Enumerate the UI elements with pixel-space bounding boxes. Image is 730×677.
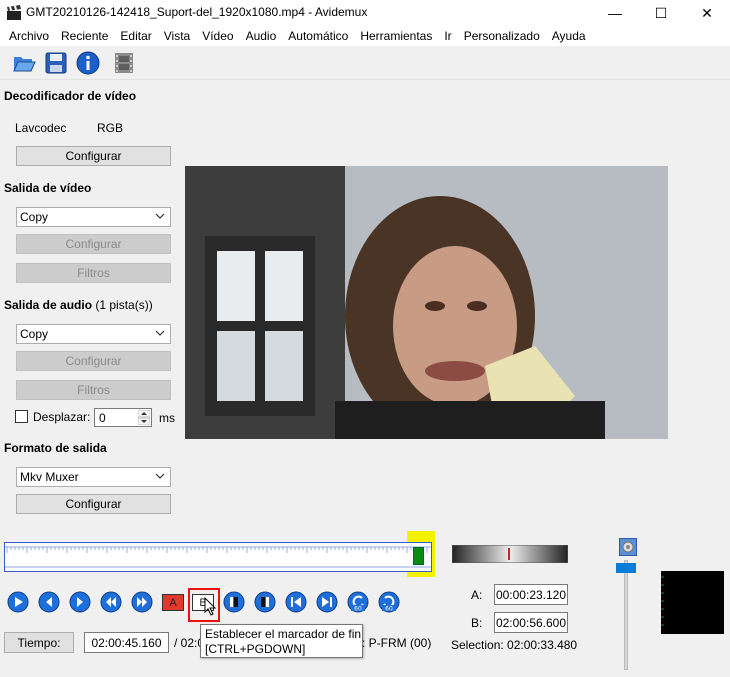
previous-frame-icon[interactable]: [38, 591, 60, 613]
video-decoder-title: Decodificador de vídeo: [4, 89, 137, 103]
timeline-ticks: [5, 546, 431, 568]
menu-editar[interactable]: Editar: [114, 26, 157, 46]
forward-60-icon[interactable]: 60: [378, 591, 400, 613]
toolbar: [0, 46, 730, 80]
shift-label: Desplazar:: [33, 410, 91, 424]
current-time-input[interactable]: 02:00:45.160: [84, 632, 169, 653]
svg-text:60: 60: [385, 606, 393, 613]
selection-duration: Selection: 02:00:33.480: [451, 638, 578, 652]
marker-a-time[interactable]: 00:00:23.120: [494, 584, 568, 605]
maximize-button[interactable]: ☐: [638, 0, 684, 26]
spin-arrows-icon[interactable]: [138, 410, 150, 425]
window-title: GMT20210126-142418_Suport-del_1920x1080.…: [26, 5, 368, 19]
audio-codec-value: Copy: [20, 327, 49, 341]
first-frame-icon[interactable]: [285, 591, 307, 613]
chevron-down-icon: [155, 473, 165, 479]
menu-reciente[interactable]: Reciente: [55, 26, 114, 46]
volume-slider[interactable]: [624, 560, 628, 670]
jog-shuttle[interactable]: [452, 545, 568, 563]
audio-configure-button[interactable]: Configurar: [16, 351, 171, 371]
mouse-pointer-icon: [204, 597, 217, 616]
close-button[interactable]: ✕: [684, 0, 730, 26]
film-strip-icon[interactable]: [112, 51, 136, 75]
audio-track-count: (1 pista(s)): [95, 298, 153, 312]
avidemux-clapper-icon: [7, 5, 21, 20]
info-icon[interactable]: [76, 51, 100, 75]
shift-unit: ms: [159, 411, 175, 425]
video-preview: [185, 166, 668, 439]
output-format-title: Formato de salida: [4, 441, 107, 455]
set-marker-a-button[interactable]: A: [162, 594, 184, 611]
video-filters-button[interactable]: Filtros: [16, 263, 171, 283]
volume-slider-handle[interactable]: [616, 563, 636, 573]
audio-filters-button[interactable]: Filtros: [16, 380, 171, 400]
video-codec-select[interactable]: Copy: [16, 207, 171, 227]
menu-personalizado[interactable]: Personalizado: [458, 26, 546, 46]
next-frame-icon[interactable]: [69, 591, 91, 613]
menu-herramientas[interactable]: Herramientas: [354, 26, 438, 46]
video-frame-image: [185, 166, 668, 439]
next-keyframe-icon[interactable]: [131, 591, 153, 613]
audio-level-meter: [661, 571, 724, 634]
menu-archivo[interactable]: Archivo: [3, 26, 55, 46]
play-icon[interactable]: [7, 591, 29, 613]
timeline-cursor[interactable]: [412, 547, 424, 565]
menu-automatico[interactable]: Automático: [282, 26, 354, 46]
meter-ticks: [661, 576, 664, 626]
tooltip-text: Establecer el marcador de fin: [205, 627, 362, 641]
decoder-format: RGB: [97, 121, 124, 135]
go-to-marker-b-icon[interactable]: [254, 591, 276, 613]
backward-60-icon[interactable]: 60: [347, 591, 369, 613]
marker-b-label: B:: [471, 616, 483, 630]
muxer-configure-button[interactable]: Configurar: [16, 494, 171, 514]
menu-ayuda[interactable]: Ayuda: [546, 26, 592, 46]
audio-output-header: Salida de audio (1 pista(s)): [4, 298, 153, 312]
menu-vista[interactable]: Vista: [158, 26, 196, 46]
shift-checkbox[interactable]: [15, 410, 28, 423]
video-configure-button[interactable]: Configurar: [16, 234, 171, 254]
menu-video[interactable]: Vídeo: [196, 26, 239, 46]
menu-bar: Archivo Reciente Editar Vista Vídeo Audi…: [0, 26, 730, 46]
go-to-marker-a-icon[interactable]: [223, 591, 245, 613]
audio-codec-select[interactable]: Copy: [16, 324, 171, 344]
menu-ir[interactable]: Ir: [438, 26, 457, 46]
marker-a-label: A:: [471, 588, 483, 602]
marker-b-time[interactable]: 02:00:56.600: [494, 612, 568, 633]
last-frame-icon[interactable]: [316, 591, 338, 613]
video-codec-value: Copy: [20, 210, 49, 224]
decoder-configure-button[interactable]: Configurar: [16, 146, 171, 166]
audio-output-title: Salida de audio: [4, 298, 93, 312]
menu-audio[interactable]: Audio: [240, 26, 283, 46]
open-folder-icon[interactable]: [12, 51, 36, 75]
speaker-icon[interactable]: [619, 538, 637, 556]
muxer-select[interactable]: Mkv Muxer: [16, 467, 171, 487]
minimize-button[interactable]: —: [592, 0, 638, 26]
timeline-tick-marks: [6, 547, 428, 553]
tooltip: Establecer el marcador de fin [CTRL+PGDO…: [200, 624, 363, 658]
chevron-down-icon: [155, 330, 165, 336]
video-output-title: Salida de vídeo: [4, 181, 92, 195]
timeline-slider[interactable]: [4, 542, 432, 572]
decoder-codec: Lavcodec: [15, 121, 67, 135]
muxer-value: Mkv Muxer: [20, 470, 79, 484]
tooltip-shortcut: [CTRL+PGDOWN]: [205, 642, 306, 656]
shift-spinbox[interactable]: 0: [94, 408, 152, 427]
chevron-down-icon: [155, 213, 165, 219]
shift-value: 0: [99, 411, 106, 425]
previous-keyframe-icon[interactable]: [100, 591, 122, 613]
time-button[interactable]: Tiempo:: [4, 632, 74, 653]
svg-text:60: 60: [354, 606, 362, 613]
save-icon[interactable]: [44, 51, 68, 75]
frame-type: : P-FRM (00): [362, 636, 432, 650]
